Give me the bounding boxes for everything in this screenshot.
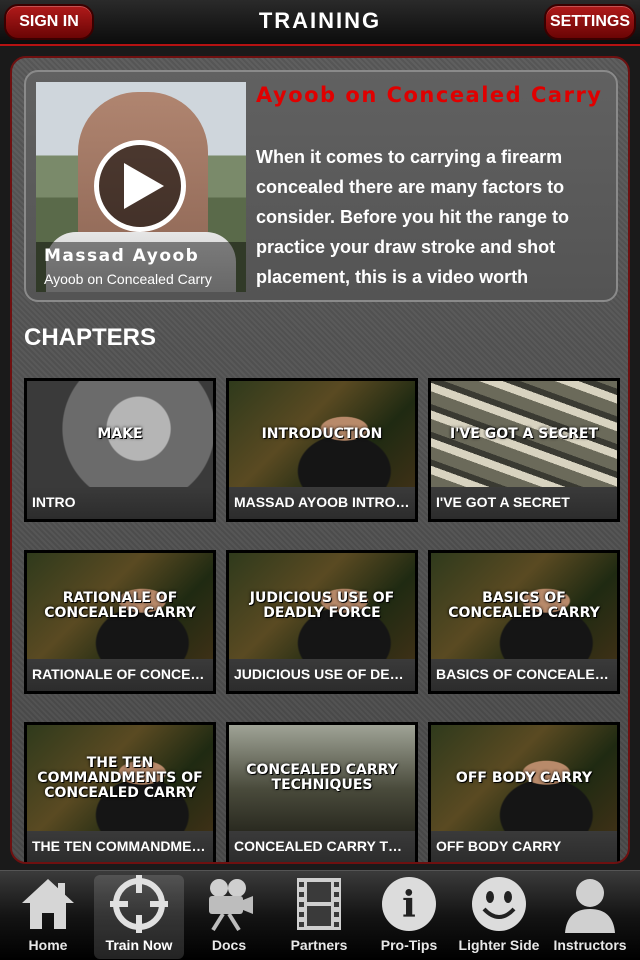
tab-label: Pro-Tips — [380, 937, 438, 953]
chapter-overlay-text: RATIONALE OF CONCEALED CARRY — [44, 590, 196, 621]
chapter-thumbnail: INTRODUCTION — [229, 381, 415, 487]
chapter-thumbnail: CONCEALED CARRY TECHNIQUES — [229, 725, 415, 831]
chapter-thumbnail: I'VE GOT A SECRET — [431, 381, 617, 487]
crosshair-icon — [109, 875, 169, 933]
featured-video-card[interactable]: Massad Ayoob Ayoob on Concealed Carry Ay… — [24, 70, 618, 302]
chapter-label: OFF BODY CARRY — [431, 831, 617, 862]
chapter-label: THE TEN COMMANDMENTS... — [27, 831, 213, 862]
tab-train-now[interactable]: Train Now — [94, 875, 184, 959]
tab-docs[interactable]: Docs — [184, 875, 274, 959]
featured-thumbnail[interactable]: Massad Ayoob Ayoob on Concealed Carry — [36, 82, 246, 292]
smiley-icon — [469, 875, 529, 933]
chapter-card[interactable]: CONCEALED CARRY TECHNIQUES CONCEALED CAR… — [226, 722, 418, 862]
tab-label: Partners — [290, 937, 348, 953]
top-bar: SIGN IN TRAINING SETTINGS — [0, 0, 640, 46]
tab-home[interactable]: Home — [3, 875, 93, 959]
tab-lighter-side[interactable]: Lighter Side — [454, 875, 544, 959]
chapter-overlay-text: CONCEALED CARRY TECHNIQUES — [246, 762, 398, 793]
tab-label: Instructors — [553, 937, 627, 953]
thumbnail-presenter-name: Massad Ayoob — [44, 246, 200, 266]
home-icon — [18, 875, 78, 933]
info-icon: i — [379, 875, 439, 933]
chapter-overlay-text: MAKE — [97, 425, 143, 442]
chapter-label: INTRO — [27, 487, 213, 519]
chapter-label: RATIONALE OF CONCEALE... — [27, 659, 213, 691]
chapter-card[interactable]: INTRODUCTION MASSAD AYOOB INTRODU... — [226, 378, 418, 522]
chapter-thumbnail: RATIONALE OF CONCEALED CARRY — [27, 553, 213, 659]
tab-instructors[interactable]: Instructors — [545, 875, 635, 959]
featured-title[interactable]: Ayoob on Concealed Carry — [256, 80, 606, 110]
chapter-label: BASICS OF CONCEALED CA... — [431, 659, 617, 691]
chapter-card[interactable]: JUDICIOUS USE OF DEADLY FORCE JUDICIOUS … — [226, 550, 418, 694]
chapter-card[interactable]: MAKE INTRO — [24, 378, 216, 522]
app-screen: SIGN IN TRAINING SETTINGS Massad Ayoob A… — [0, 0, 640, 960]
chapter-card[interactable]: OFF BODY CARRY OFF BODY CARRY — [428, 722, 620, 862]
tab-label: Home — [28, 937, 68, 953]
chapter-card[interactable]: RATIONALE OF CONCEALED CARRY RATIONALE O… — [24, 550, 216, 694]
featured-description: When it comes to carrying a firearm conc… — [256, 147, 570, 287]
chapter-label: CONCEALED CARRY TECHN... — [229, 831, 415, 862]
content-panel: Massad Ayoob Ayoob on Concealed Carry Ay… — [10, 56, 630, 864]
chapter-thumbnail: BASICS OF CONCEALED CARRY — [431, 553, 617, 659]
chapter-overlay-text: JUDICIOUS USE OF DEADLY FORCE — [249, 590, 395, 621]
svg-text:i: i — [402, 884, 416, 926]
tab-pro-tips[interactable]: i Pro-Tips — [364, 875, 454, 959]
chapter-label: JUDICIOUS USE OF DEADL... — [229, 659, 415, 691]
tab-label: Train Now — [105, 937, 173, 953]
tab-label: Docs — [211, 937, 247, 953]
chapter-overlay-text: I'VE GOT A SECRET — [449, 425, 599, 442]
settings-button[interactable]: SETTINGS — [544, 4, 636, 40]
chapter-label: MASSAD AYOOB INTRODU... — [229, 487, 415, 519]
film-icon — [289, 875, 349, 933]
camera-icon — [199, 875, 259, 933]
chapter-thumbnail: OFF BODY CARRY — [431, 725, 617, 831]
chapter-card[interactable]: I'VE GOT A SECRET I'VE GOT A SECRET — [428, 378, 620, 522]
chapter-thumbnail: MAKE — [27, 381, 213, 487]
chapter-overlay-text: BASICS OF CONCEALED CARRY — [448, 590, 600, 621]
person-icon — [560, 875, 620, 933]
play-icon[interactable] — [94, 140, 186, 232]
chapter-overlay-text: OFF BODY CARRY — [455, 769, 593, 786]
chapter-card[interactable]: BASICS OF CONCEALED CARRY BASICS OF CONC… — [428, 550, 620, 694]
chapter-thumbnail: THE TEN COMMANDMENTS OF CONCEALED CARRY — [27, 725, 213, 831]
thumbnail-caption: Massad Ayoob Ayoob on Concealed Carry — [36, 242, 246, 292]
chapter-label: I'VE GOT A SECRET — [431, 487, 617, 519]
thumbnail-video-title: Ayoob on Concealed Carry — [44, 271, 212, 287]
chapter-thumbnail: JUDICIOUS USE OF DEADLY FORCE — [229, 553, 415, 659]
tab-partners[interactable]: Partners — [274, 875, 364, 959]
chapter-card[interactable]: THE TEN COMMANDMENTS OF CONCEALED CARRY … — [24, 722, 216, 862]
bottom-tab-bar: Home Train Now Docs Partners i Pro-Tips — [0, 870, 640, 960]
chapters-heading: CHAPTERS — [24, 324, 157, 351]
chapter-overlay-text: INTRODUCTION — [261, 425, 383, 442]
tab-label: Lighter Side — [458, 937, 540, 953]
chapter-overlay-text: THE TEN COMMANDMENTS OF CONCEALED CARRY — [37, 754, 203, 801]
